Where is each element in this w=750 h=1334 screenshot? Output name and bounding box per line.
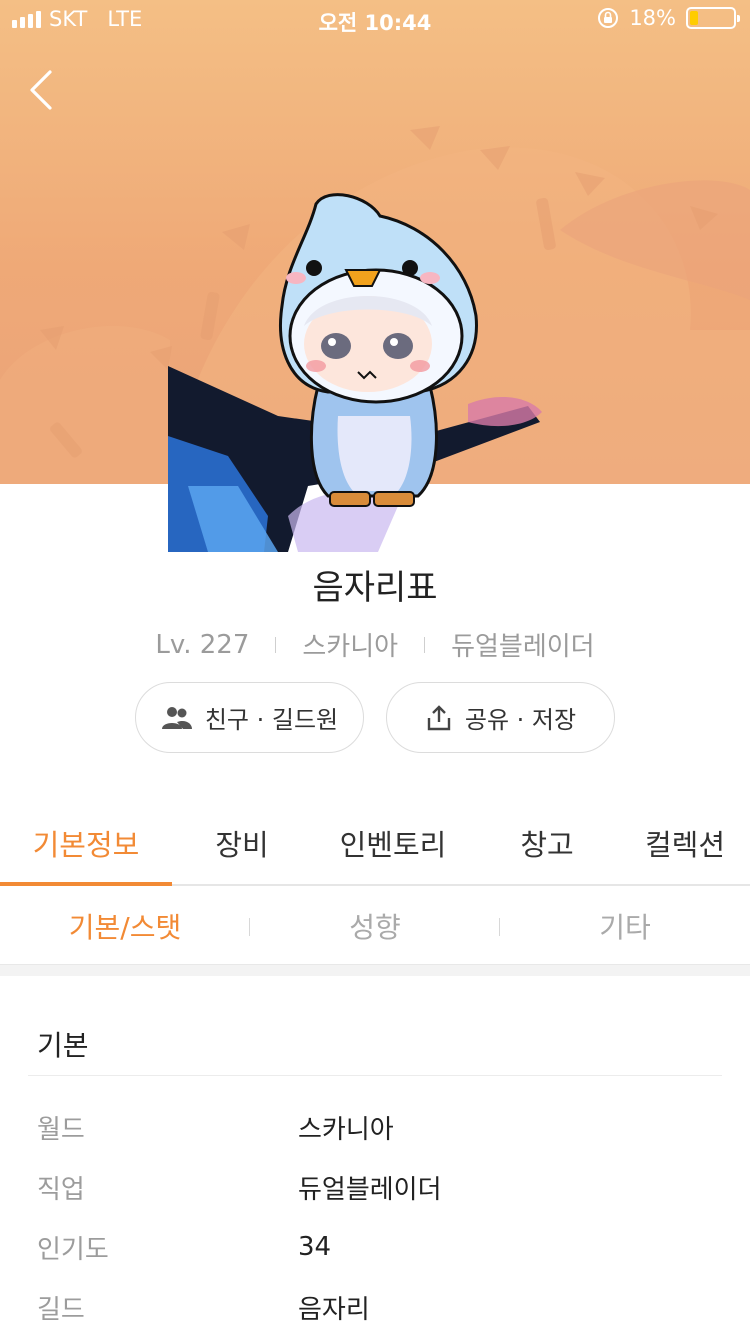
share-icon xyxy=(427,704,451,730)
chevron-left-icon xyxy=(30,70,52,110)
profile-actions: 친구 · 길드원 공유 · 저장 xyxy=(135,682,615,753)
info-row: 직업 듀얼블레이더 xyxy=(37,1167,727,1207)
tab-inventory[interactable]: 인벤토리 xyxy=(312,812,474,884)
character-avatar xyxy=(168,193,542,552)
character-world: 스카니아 xyxy=(302,632,399,662)
subtab-divider xyxy=(249,918,250,936)
share-save-label: 공유 · 저장 xyxy=(464,706,577,734)
subtab-divider xyxy=(499,918,500,936)
rotation-lock-icon xyxy=(598,8,619,28)
battery-percent: 18% xyxy=(629,6,676,30)
character-name: 음자리표 xyxy=(312,568,438,608)
share-save-button[interactable]: 공유 · 저장 xyxy=(386,682,615,753)
battery-icon xyxy=(686,7,740,29)
info-value: 스카니아 xyxy=(298,1114,394,1145)
friends-guild-label: 친구 · 길드원 xyxy=(204,706,339,734)
info-value: 음자리 xyxy=(298,1294,370,1325)
status-bar: SKT LTE 오전 10:44 18% xyxy=(0,0,750,40)
subtab-etc[interactable]: 기타 xyxy=(500,906,750,946)
main-tab-bar: 기본정보 장비 인벤토리 창고 컬렉션 xyxy=(0,812,750,886)
sub-tab-bar: 기본/스탯 성향 기타 xyxy=(0,888,750,964)
character-job: 듀얼블레이더 xyxy=(451,632,595,662)
info-label: 직업 xyxy=(37,1174,85,1205)
meta-divider xyxy=(424,636,426,653)
friends-guild-button[interactable]: 친구 · 길드원 xyxy=(135,682,364,753)
info-value: 듀얼블레이더 xyxy=(298,1174,442,1205)
section-spacer xyxy=(0,964,750,976)
subtab-basic-stats[interactable]: 기본/스탯 xyxy=(0,906,250,946)
section-title: 기본 xyxy=(37,1029,89,1062)
info-row: 월드 스카니아 xyxy=(37,1107,727,1147)
meta-divider xyxy=(275,636,277,653)
info-label: 길드 xyxy=(37,1294,85,1325)
tab-basic-info[interactable]: 기본정보 xyxy=(0,812,172,886)
subtab-disposition[interactable]: 성향 xyxy=(250,906,500,946)
character-meta: Lv. 227 스카니아 듀얼블레이더 xyxy=(0,626,750,663)
back-button[interactable] xyxy=(24,66,64,114)
character-level: Lv. 227 xyxy=(155,629,250,660)
info-row: 인기도 34 xyxy=(37,1227,727,1267)
info-value: 34 xyxy=(298,1232,332,1262)
section-divider xyxy=(28,1075,722,1076)
tab-collection[interactable]: 컬렉션 xyxy=(620,812,750,884)
people-icon xyxy=(161,706,192,729)
info-label: 인기도 xyxy=(37,1234,109,1265)
tab-equipment[interactable]: 장비 xyxy=(172,812,312,884)
info-label: 월드 xyxy=(37,1114,85,1145)
battery-level xyxy=(690,11,698,25)
tab-storage[interactable]: 창고 xyxy=(474,812,620,884)
info-row: 길드 음자리 xyxy=(37,1287,727,1327)
